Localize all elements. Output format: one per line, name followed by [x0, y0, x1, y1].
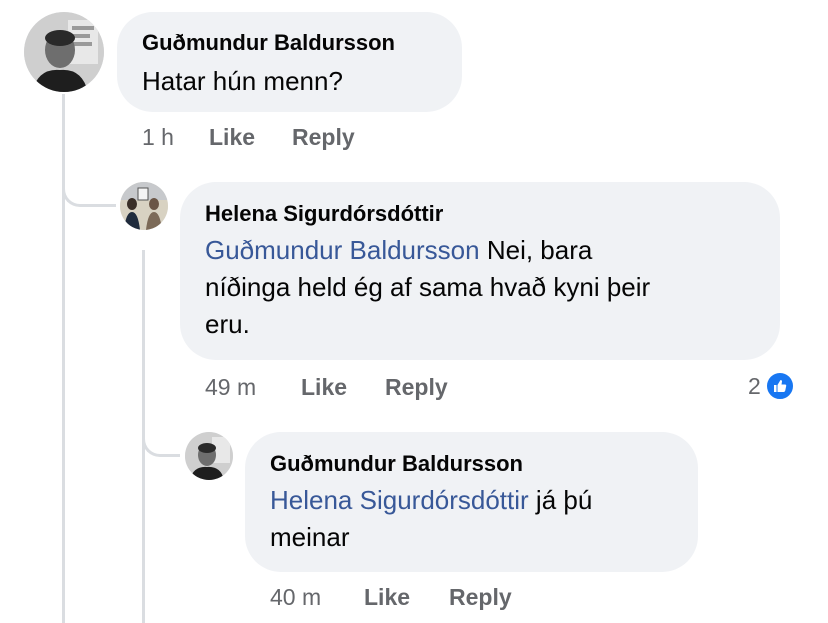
comment-timestamp[interactable]: 40 m	[270, 584, 321, 611]
like-button[interactable]: Like	[364, 584, 410, 611]
reply-button[interactable]: Reply	[449, 584, 512, 611]
comment-author[interactable]: Guðmundur Baldursson	[270, 451, 523, 477]
comment-text-line: Nei, bara	[479, 235, 593, 265]
reply-button[interactable]: Reply	[385, 374, 448, 401]
avatar-helena[interactable]	[120, 182, 168, 230]
comment-text-line: já þú	[528, 485, 593, 515]
comment-text: Guðmundur Baldursson Nei, bara níðinga h…	[205, 232, 765, 343]
avatar-gudmundur[interactable]	[185, 432, 233, 480]
comment-text-line: níðinga held ég af sama hvað kyni þeir	[205, 272, 651, 302]
reaction-summary[interactable]: 2	[748, 371, 795, 401]
comment-author[interactable]: Helena Sigurdórsdóttir	[205, 201, 443, 227]
comment-timestamp[interactable]: 49 m	[205, 374, 256, 401]
comment-text-line: meinar	[270, 522, 350, 552]
avatar-photo	[24, 12, 104, 92]
reaction-count: 2	[748, 372, 761, 399]
thread-connector-reply-2	[142, 410, 180, 457]
mention-link[interactable]: Helena Sigurdórsdóttir	[270, 485, 529, 515]
comment-author[interactable]: Guðmundur Baldursson	[142, 30, 395, 56]
avatar-gudmundur[interactable]	[24, 12, 104, 92]
avatar-photo	[120, 182, 168, 230]
comment-text: Helena Sigurdórsdóttir já þú meinar	[270, 482, 690, 556]
comment-timestamp[interactable]: 1 h	[142, 124, 174, 151]
thumbs-up-icon	[764, 371, 795, 401]
like-button[interactable]: Like	[209, 124, 255, 151]
comment-text-line: eru.	[205, 309, 250, 339]
comment-text: Hatar hún menn?	[142, 66, 343, 96]
avatar-photo	[185, 432, 233, 480]
thread-connector-reply-1	[62, 160, 116, 207]
reply-button[interactable]: Reply	[292, 124, 355, 151]
mention-link[interactable]: Guðmundur Baldursson	[205, 235, 480, 265]
like-button[interactable]: Like	[301, 374, 347, 401]
